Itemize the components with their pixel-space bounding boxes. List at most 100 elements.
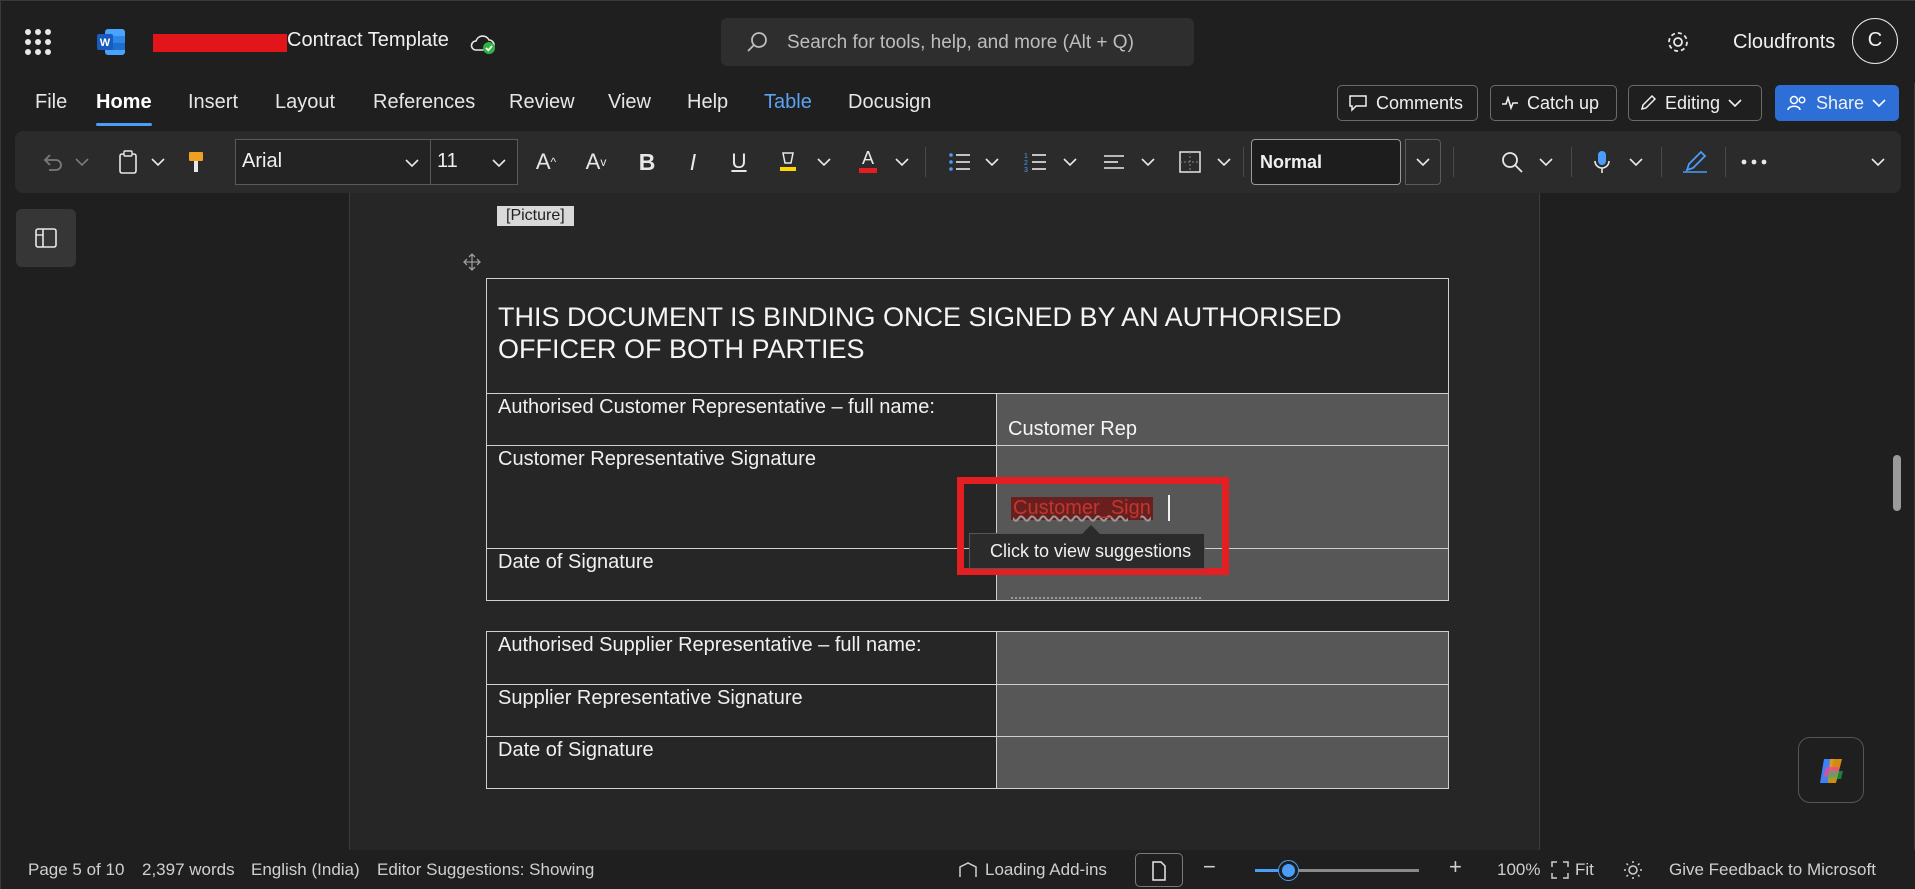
highlight-color-icon[interactable] (773, 145, 803, 179)
shrink-font-icon[interactable]: Av (579, 145, 613, 179)
settings-gear-icon[interactable] (1665, 29, 1691, 55)
table-move-handle-icon[interactable] (463, 253, 481, 271)
page-icon (1152, 861, 1166, 881)
tab-file[interactable]: File (35, 91, 67, 114)
navigation-pane-button[interactable] (16, 209, 76, 267)
zoom-out-icon[interactable]: − (1203, 854, 1216, 880)
add-ins-icon (959, 862, 977, 877)
paste-clipboard-icon[interactable] (115, 145, 141, 179)
zoom-slider[interactable] (1255, 861, 1419, 880)
home-ribbon: Arial 11 A ^ Av B I U A 123 Normal (15, 131, 1901, 193)
borders-dropdown-chevron-icon[interactable] (1215, 145, 1233, 179)
catch-up-button[interactable]: Catch up (1490, 85, 1617, 121)
loading-add-ins[interactable]: Loading Add-ins (985, 860, 1107, 880)
spellcheck-squiggle (1011, 591, 1201, 599)
print-layout-button[interactable] (1135, 853, 1183, 887)
undo-icon[interactable] (37, 145, 67, 179)
font-color-dropdown-chevron-icon[interactable] (893, 145, 911, 179)
font-color-icon[interactable]: A (853, 145, 883, 179)
supplier-signature-label[interactable]: Supplier Representative Signature (487, 685, 997, 736)
bullets-dropdown-chevron-icon[interactable] (983, 145, 1001, 179)
paste-dropdown-chevron-icon[interactable] (149, 145, 167, 179)
suggestions-tooltip[interactable]: Click to view suggestions (969, 525, 1205, 569)
numbering-dropdown-chevron-icon[interactable] (1061, 145, 1079, 179)
undo-dropdown-chevron-icon[interactable] (73, 145, 91, 179)
language-indicator[interactable]: English (India) (251, 860, 360, 880)
editor-suggestions-status[interactable]: Editor Suggestions: Showing (377, 860, 594, 880)
zoom-in-icon[interactable]: + (1449, 854, 1462, 880)
borders-icon[interactable] (1175, 145, 1205, 179)
customer-name-label[interactable]: Authorised Customer Representative – ful… (487, 394, 997, 445)
supplier-date-value[interactable] (997, 737, 1448, 788)
supplier-name-label[interactable]: Authorised Supplier Representative – ful… (487, 632, 997, 684)
customer-date-label[interactable]: Date of Signature (487, 549, 997, 600)
grow-font-icon[interactable]: A ^ (529, 145, 563, 179)
tab-references[interactable]: References (373, 91, 475, 114)
find-icon[interactable] (1497, 145, 1527, 179)
avatar[interactable]: C (1852, 18, 1898, 64)
italic-icon[interactable]: I (679, 145, 707, 179)
customer-name-value[interactable]: Customer Rep (997, 394, 1448, 445)
svg-text:1: 1 (1024, 153, 1028, 160)
style-dropdown-button[interactable] (1405, 139, 1441, 185)
copilot-icon (1820, 759, 1843, 783)
chevron-down-icon (1416, 158, 1430, 167)
vertical-scrollbar-thumb[interactable] (1893, 455, 1901, 511)
highlight-dropdown-chevron-icon[interactable] (815, 145, 833, 179)
pulse-icon (1502, 96, 1518, 110)
bullets-icon[interactable] (945, 145, 975, 179)
font-name-box[interactable]: Arial (235, 139, 431, 185)
zoom-slider-thumb[interactable] (1278, 861, 1298, 880)
tab-view[interactable]: View (608, 91, 651, 114)
search-box[interactable]: Search for tools, help, and more (Alt + … (721, 18, 1194, 66)
give-feedback-link[interactable]: Give Feedback to Microsoft (1669, 860, 1876, 880)
app-launcher-icon[interactable] (25, 29, 51, 55)
saved-to-cloud-icon[interactable] (469, 31, 497, 55)
tab-home[interactable]: Home (96, 91, 152, 126)
editor-pen-icon[interactable] (1679, 145, 1711, 179)
editing-mode-button[interactable]: Editing (1628, 85, 1762, 121)
page-count[interactable]: Page 5 of 10 (28, 860, 124, 880)
tab-help[interactable]: Help (687, 91, 728, 114)
supplier-signature-value[interactable] (997, 685, 1448, 736)
bold-icon[interactable]: B (633, 145, 661, 179)
pencil-icon (1640, 94, 1657, 111)
style-gallery-box[interactable]: Normal (1251, 139, 1401, 185)
tab-insert[interactable]: Insert (188, 91, 238, 114)
tab-table[interactable]: Table (764, 91, 812, 114)
account-name[interactable]: Cloudfronts (1733, 31, 1835, 54)
ribbon-divider (925, 147, 926, 177)
tab-layout[interactable]: Layout (275, 91, 335, 114)
tab-review[interactable]: Review (509, 91, 575, 114)
align-icon[interactable] (1099, 145, 1129, 179)
comments-button[interactable]: Comments (1337, 85, 1478, 121)
align-dropdown-chevron-icon[interactable] (1139, 145, 1157, 179)
svg-text:2: 2 (1024, 160, 1028, 167)
word-count[interactable]: 2,397 words (142, 860, 235, 880)
supplier-date-label[interactable]: Date of Signature (487, 737, 997, 788)
customer-signature-label[interactable]: Customer Representative Signature (487, 446, 997, 548)
share-button[interactable]: Share (1775, 85, 1899, 121)
fit-button[interactable]: Fit (1575, 860, 1594, 880)
zoom-level[interactable]: 100% (1497, 860, 1540, 880)
underline-icon[interactable]: U (725, 145, 753, 179)
dictate-microphone-icon[interactable] (1587, 145, 1617, 179)
picture-placeholder[interactable]: [Picture] (497, 206, 574, 226)
find-dropdown-chevron-icon[interactable] (1537, 145, 1555, 179)
dictate-dropdown-chevron-icon[interactable] (1627, 145, 1645, 179)
supplier-signature-table: Authorised Supplier Representative – ful… (486, 631, 1449, 789)
search-placeholder: Search for tools, help, and more (Alt + … (787, 32, 1134, 53)
ribbon-divider (1725, 147, 1726, 177)
binding-heading[interactable]: THIS DOCUMENT IS BINDING ONCE SIGNED BY … (487, 279, 1448, 365)
copilot-button[interactable] (1798, 737, 1864, 803)
more-options-icon[interactable] (1739, 145, 1769, 179)
supplier-name-value[interactable] (997, 632, 1448, 684)
collapse-ribbon-chevron-icon[interactable] (1867, 145, 1889, 179)
tab-docusign[interactable]: Docusign (848, 91, 931, 114)
numbering-icon[interactable]: 123 (1021, 145, 1051, 179)
style-name-value: Normal (1260, 152, 1323, 172)
format-painter-icon[interactable] (183, 145, 209, 179)
font-size-box[interactable]: 11 (430, 139, 518, 185)
word-logo-icon[interactable]: W (97, 27, 125, 57)
brightness-icon[interactable] (1623, 860, 1643, 880)
